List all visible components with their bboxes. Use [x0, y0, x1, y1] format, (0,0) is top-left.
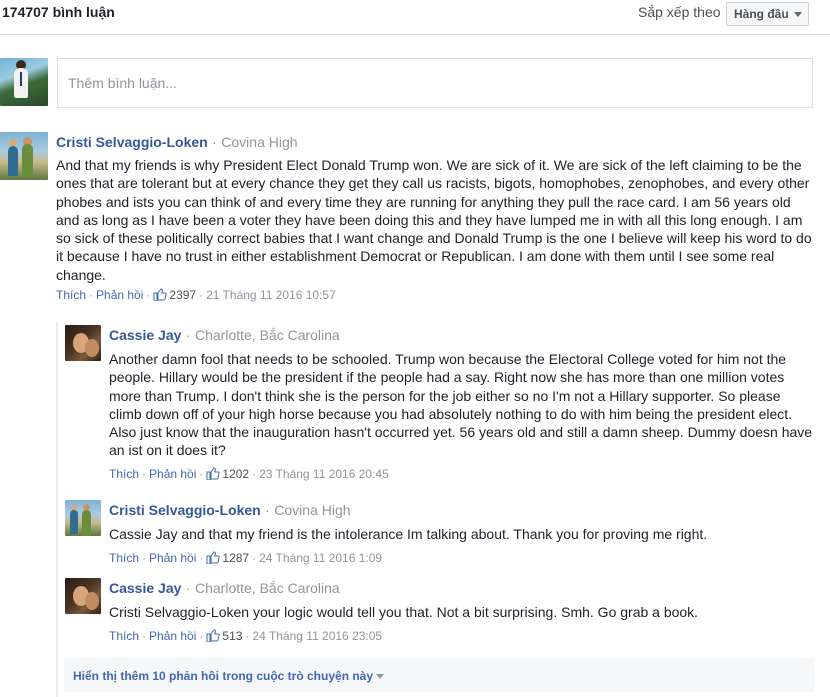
reply-header: Cristi Selvaggio-Loken · Covina High [109, 502, 814, 520]
sort-dropdown[interactable]: Hàng đầu [726, 2, 809, 26]
like-button[interactable]: Thích [109, 467, 139, 481]
thumbs-up-icon[interactable] [206, 467, 221, 480]
reply-actions: Thích · Phản hồi · 513 · 24 Tháng 11 2016 23:0… [109, 629, 814, 643]
reply-location[interactable]: Charlotte, Bắc Carolina [195, 327, 340, 343]
author-avatar[interactable] [65, 578, 101, 614]
timestamp[interactable]: 24 Tháng 11 2016 23:05 [252, 629, 382, 643]
reply-text: Cristi Selvaggio-Loken your logic would … [109, 604, 699, 620]
reply-actions: Thích · Phản hồi · 1202 · 23 Tháng 11 2016 20:… [109, 467, 814, 481]
reply: Cristi Selvaggio-Loken · Covina High Cas… [109, 502, 814, 565]
separator: · [212, 134, 217, 150]
sort-value: Hàng đầu [734, 7, 789, 21]
reply-author[interactable]: Cristi Selvaggio-Loken [109, 502, 261, 518]
separator: · [142, 629, 147, 644]
header-divider [0, 34, 830, 35]
comment-input[interactable] [58, 59, 812, 107]
more-replies-bar[interactable]: Hiển thị thêm 10 phản hồi trong cuộc trò… [64, 658, 814, 692]
author-avatar[interactable] [65, 325, 101, 361]
comment-composer[interactable] [57, 58, 813, 108]
separator: · [265, 502, 270, 518]
separator: · [89, 288, 94, 303]
separator: · [252, 466, 257, 481]
chevron-down-icon [793, 12, 802, 18]
separator: · [252, 551, 257, 566]
comments-header: 174707 bình luận Sắp xếp theo Hàng đầu [0, 0, 830, 34]
reply-text: Cassie Jay and that my friend is the int… [109, 526, 708, 542]
thumbs-up-icon[interactable] [206, 551, 221, 565]
separator: · [142, 551, 147, 566]
like-count[interactable]: 1202 [222, 467, 249, 481]
comment-actions: Thích · Phản hồi · 2397 · 21 Tháng 11 2016 10:… [56, 288, 814, 302]
comment-school[interactable]: Covina High [221, 134, 297, 150]
reply-actions: Thích · Phản hồi · 1287 · 24 Tháng 11 2016 1:0… [109, 551, 814, 565]
separator: · [185, 580, 191, 596]
comment-text: And that my friends is why President Ele… [56, 157, 812, 283]
separator: · [199, 288, 204, 303]
avatar-face [85, 339, 99, 357]
like-button[interactable]: Thích [109, 551, 139, 565]
comment: Cristi Selvaggio-Loken · Covina High And… [56, 134, 814, 302]
reply: Cassie Jay · Charlotte, Bắc Carolina Ano… [109, 327, 814, 481]
reply-author[interactable]: Cassie Jay [109, 580, 181, 596]
sort-label: Sắp xếp theo [638, 4, 721, 20]
avatar-tie [20, 72, 22, 86]
author-avatar[interactable] [65, 500, 101, 536]
separator: · [142, 466, 147, 481]
more-replies-label: Hiển thị thêm 10 phản hồi trong cuộc trò… [73, 669, 374, 683]
like-button[interactable]: Thích [56, 288, 86, 302]
like-count[interactable]: 1287 [222, 551, 249, 565]
reply-button[interactable]: Phản hồi [149, 629, 196, 643]
timestamp[interactable]: 24 Tháng 11 2016 1:09 [259, 551, 382, 565]
avatar-person [8, 146, 18, 176]
reply-button[interactable]: Phản hồi [96, 288, 143, 302]
timestamp[interactable]: 23 Tháng 11 2016 20:45 [259, 467, 389, 481]
avatar-person [22, 144, 33, 176]
avatar-person [82, 510, 91, 536]
reply-location[interactable]: Covina High [274, 502, 350, 518]
separator: · [185, 327, 191, 343]
timestamp[interactable]: 21 Tháng 11 2016 10:57 [206, 288, 336, 302]
like-count[interactable]: 2397 [169, 288, 196, 302]
comment-author[interactable]: Cristi Selvaggio-Loken [56, 134, 208, 150]
thumbs-up-icon[interactable] [153, 288, 168, 302]
reply-author[interactable]: Cassie Jay [109, 327, 181, 343]
reply-text: Another damn fool that needs to be schoo… [109, 351, 813, 459]
reply: Cassie Jay · Charlotte, Bắc Carolina Cri… [109, 580, 814, 643]
caret-down-icon [376, 674, 385, 680]
comment-header: Cristi Selvaggio-Loken · Covina High [56, 134, 814, 152]
reply-thread-rail [56, 322, 58, 697]
separator: · [199, 466, 204, 481]
reply-header: Cassie Jay · Charlotte, Bắc Carolina [109, 327, 814, 345]
like-count[interactable]: 513 [222, 629, 242, 643]
avatar-person [70, 510, 78, 534]
reply-button[interactable]: Phản hồi [149, 467, 196, 481]
more-replies-link[interactable]: Hiển thị thêm 10 phản hồi trong cuộc trò… [73, 669, 385, 683]
reply-header: Cassie Jay · Charlotte, Bắc Carolina [109, 580, 814, 598]
like-button[interactable]: Thích [109, 629, 139, 643]
avatar-face [85, 592, 99, 610]
reply-button[interactable]: Phản hồi [149, 551, 196, 565]
separator: · [245, 629, 250, 644]
reply-location[interactable]: Charlotte, Bắc Carolina [195, 580, 340, 596]
thumbs-up-icon[interactable] [206, 629, 221, 643]
author-avatar[interactable] [0, 132, 48, 180]
separator: · [199, 551, 204, 566]
separator: · [199, 629, 204, 644]
comment-count: 174707 bình luận [2, 4, 115, 20]
current-user-avatar[interactable] [0, 58, 48, 106]
separator: · [146, 288, 151, 303]
